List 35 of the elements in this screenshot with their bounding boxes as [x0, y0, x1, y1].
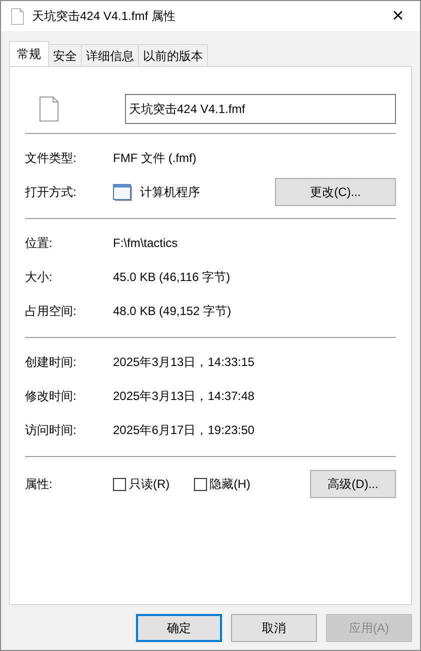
property-label: 打开方式:	[25, 184, 78, 201]
property-value: 48.0 KB (49,152 字节)	[113, 303, 232, 320]
close-button[interactable]: ×	[376, 1, 420, 31]
property-label: 访问时间:	[25, 422, 78, 439]
checkbox[interactable]: 隐藏(H)	[194, 475, 250, 493]
program-name: 计算机程序	[140, 184, 200, 201]
file-icon	[11, 8, 24, 24]
checkbox-label: 只读(R)	[129, 476, 170, 493]
attributes-label: 属性:	[25, 476, 54, 493]
checkbox[interactable]: 只读(R)	[113, 475, 170, 493]
checkbox-label: 隐藏(H)	[210, 476, 250, 493]
property-value: F:\fm\tactics	[113, 235, 178, 252]
property-value: 2025年6月17日，19:23:50	[113, 422, 254, 439]
checkbox-box[interactable]	[113, 478, 126, 490]
dialog-button[interactable]: 确定	[136, 614, 222, 642]
tab[interactable]: 常规	[9, 41, 49, 66]
checkbox-box[interactable]	[194, 478, 207, 490]
property-value: FMF 文件 (.fmf)	[113, 150, 196, 167]
property-label: 位置:	[25, 235, 54, 252]
property-label: 大小:	[25, 269, 54, 286]
property-label: 文件类型:	[25, 150, 78, 167]
advanced-button[interactable]: 高级(D)...	[310, 470, 396, 498]
property-label: 修改时间:	[25, 388, 78, 405]
file-name-field[interactable]: 天坑突击424 V4.1.fmf	[125, 94, 396, 124]
dialog-button[interactable]: 取消	[231, 614, 317, 642]
property-label: 占用空间:	[25, 303, 78, 320]
change-button[interactable]: 更改(C)...	[275, 178, 396, 206]
tab[interactable]: 以前的版本	[138, 44, 208, 66]
file-icon	[39, 96, 59, 122]
property-value: 2025年3月13日，14:37:48	[113, 388, 254, 405]
program-window-icon	[113, 184, 132, 200]
property-value: 45.0 KB (46,116 字节)	[113, 269, 230, 286]
window-title: 天坑突击424 V4.1.fmf 属性	[32, 8, 176, 25]
property-label: 创建时间:	[25, 354, 78, 371]
property-value: 2025年3月13日，14:33:15	[113, 354, 254, 371]
